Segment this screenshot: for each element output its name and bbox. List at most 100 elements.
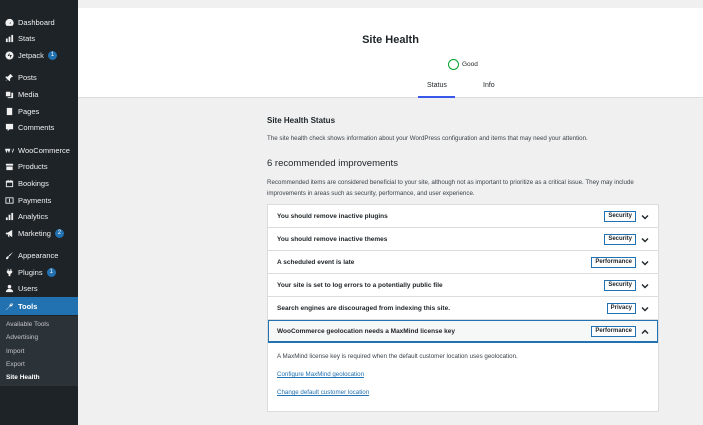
sidebar-item-analytics[interactable]: Analytics [0, 208, 78, 225]
change-default-location-link[interactable]: Change default customer location [277, 389, 369, 396]
sidebar-item-posts[interactable]: Posts [0, 69, 78, 86]
update-count-badge: 1 [46, 268, 56, 277]
status-circle-icon [448, 59, 459, 70]
accordion-item-title: You should remove inactive themes [277, 235, 388, 243]
configure-maxmind-link[interactable]: Configure MaxMind geolocation [277, 371, 364, 378]
megaphone-icon [5, 229, 14, 238]
sidebar-item-jetpack[interactable]: Jetpack 1 [0, 47, 78, 64]
active-tab-indicator [418, 96, 455, 98]
site-health-header: Site Health Good Status Info [78, 8, 703, 98]
chevron-down-icon [641, 282, 649, 290]
pin-icon [5, 73, 14, 82]
stats-icon [5, 34, 14, 43]
sidebar-item-label: Users [18, 284, 38, 293]
status-description: The site health check shows information … [267, 135, 588, 142]
sidebar-item-appearance[interactable]: Appearance [0, 247, 78, 264]
user-icon [5, 284, 14, 293]
accordion-item-title: WooCommerce geolocation needs a MaxMind … [277, 327, 455, 335]
accordion-item-title: You should remove inactive plugins [277, 212, 388, 220]
sidebar-item-woocommerce[interactable]: WooCommerce [0, 142, 78, 159]
category-badge: Security [604, 280, 636, 291]
sidebar-item-label: Tools [18, 301, 38, 311]
admin-sidebar: Dashboard Stats Jetpack 1 Posts Media Pa… [0, 0, 78, 425]
status-heading: Site Health Status [267, 116, 336, 125]
wrench-icon [5, 302, 14, 311]
tab-info[interactable]: Info [483, 82, 495, 89]
analytics-icon [5, 212, 14, 221]
accordion-item-title: Your site is set to log errors to a pote… [277, 281, 443, 289]
plugin-icon [5, 268, 14, 277]
chevron-down-icon [641, 259, 649, 267]
category-badge: Privacy [606, 303, 636, 314]
sidebar-item-label: Products [18, 162, 48, 171]
sidebar-item-pages[interactable]: Pages [0, 103, 78, 120]
submenu-item-available-tools[interactable]: Available Tools [6, 321, 49, 328]
submenu-item-advertising[interactable]: Advertising [6, 334, 38, 341]
media-icon [5, 90, 14, 99]
jetpack-icon [5, 51, 14, 60]
sidebar-item-label: Stats [18, 34, 36, 43]
dashboard-icon [5, 18, 14, 27]
sidebar-item-label: Dashboard [18, 18, 55, 27]
accordion-item-title: Search engines are discouraged from inde… [277, 304, 451, 312]
sidebar-item-payments[interactable]: Payments [0, 192, 78, 209]
sidebar-item-label: Marketing [18, 229, 51, 238]
sidebar-item-tools[interactable]: Tools [0, 297, 78, 315]
sidebar-item-label: Plugins [18, 268, 43, 277]
accordion-panel-text: A MaxMind license key is required when t… [277, 353, 518, 360]
update-count-badge: 1 [47, 51, 57, 60]
payments-icon [5, 196, 14, 205]
accordion-item-title: A scheduled event is late [277, 258, 355, 266]
chevron-down-icon [641, 305, 649, 313]
category-badge: Security [604, 211, 636, 222]
calendar-icon [5, 179, 14, 188]
tab-status[interactable]: Status [427, 82, 447, 89]
sidebar-item-marketing[interactable]: Marketing 2 [0, 225, 78, 242]
sidebar-item-label: Media [18, 90, 39, 99]
chevron-up-icon [641, 328, 649, 336]
accordion-item[interactable]: You should remove inactive themes Securi… [268, 228, 658, 251]
brush-icon [5, 251, 14, 260]
tools-submenu: Available Tools Advertising Import Expor… [0, 316, 78, 386]
sidebar-item-label: WooCommerce [18, 146, 70, 155]
sidebar-item-label: Posts [18, 73, 37, 82]
sidebar-item-dashboard[interactable]: Dashboard [0, 14, 78, 31]
sidebar-item-bookings[interactable]: Bookings [0, 175, 78, 192]
accordion-item[interactable]: A scheduled event is late Performance [268, 251, 658, 274]
status-label: Good [462, 61, 478, 68]
submenu-item-site-health[interactable]: Site Health [6, 374, 40, 381]
accordion-item[interactable]: You should remove inactive plugins Secur… [268, 205, 658, 228]
category-badge: Security [604, 234, 636, 245]
recommended-heading: 6 recommended improvements [267, 158, 398, 169]
chevron-down-icon [641, 236, 649, 244]
accordion-item[interactable]: Your site is set to log errors to a pote… [268, 274, 658, 297]
accordion-item[interactable]: Search engines are discouraged from inde… [268, 297, 658, 320]
sidebar-item-media[interactable]: Media [0, 86, 78, 103]
recommendations-accordion: You should remove inactive plugins Secur… [267, 204, 659, 412]
sidebar-item-label: Bookings [18, 179, 49, 188]
sidebar-item-label: Pages [18, 107, 40, 116]
sidebar-item-label: Jetpack [18, 51, 44, 60]
page-title: Site Health [362, 34, 419, 46]
recommended-description: Recommended items are considered benefic… [267, 179, 634, 197]
accordion-item-expanded[interactable]: WooCommerce geolocation needs a MaxMind … [268, 320, 658, 343]
sidebar-item-products[interactable]: Products [0, 158, 78, 175]
sidebar-item-plugins[interactable]: Plugins 1 [0, 264, 78, 281]
sidebar-item-users[interactable]: Users [0, 280, 78, 297]
health-status-indicator: Good [448, 59, 478, 70]
products-icon [5, 162, 14, 171]
category-badge: Performance [591, 257, 636, 268]
sidebar-item-label: Appearance [18, 251, 59, 260]
sidebar-item-comments[interactable]: Comments [0, 119, 78, 136]
submenu-item-import[interactable]: Import [6, 348, 24, 355]
category-badge: Performance [591, 326, 636, 337]
sidebar-item-label: Comments [18, 123, 55, 132]
pages-icon [5, 107, 14, 116]
comments-icon [5, 123, 14, 132]
update-count-badge: 2 [54, 229, 64, 238]
woocommerce-icon [5, 146, 14, 155]
sidebar-item-stats[interactable]: Stats [0, 30, 78, 47]
submenu-item-export[interactable]: Export [6, 361, 25, 368]
chevron-down-icon [641, 213, 649, 221]
sidebar-item-label: Payments [18, 196, 52, 205]
